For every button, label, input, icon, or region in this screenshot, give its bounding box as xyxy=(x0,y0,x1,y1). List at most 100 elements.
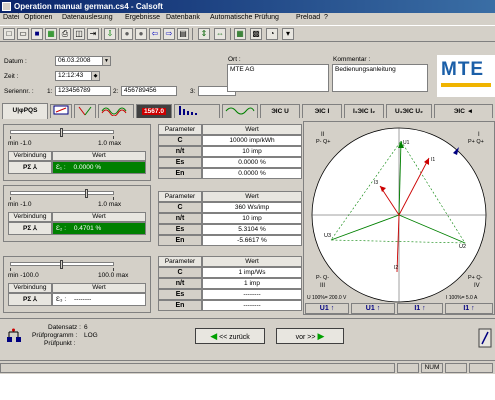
datum-field[interactable]: 06.03.2008 ▼ xyxy=(55,56,111,66)
current-scale: I 100%= 5.0 A xyxy=(446,295,478,301)
pruefprogramm-value: LOG xyxy=(84,332,98,339)
slider-max-1: 1.0 max xyxy=(98,140,122,147)
tab-waveform-icon[interactable] xyxy=(98,104,134,118)
menu-datei[interactable]: Datei xyxy=(3,14,19,21)
ort-textarea[interactable]: MTE AG xyxy=(227,64,329,92)
serien-1-label: 1: xyxy=(47,88,53,95)
table-row: En -------- xyxy=(158,300,302,311)
tab-uphi-pqs[interactable]: U|φPQS xyxy=(2,103,48,119)
error-label: Ɛ₂ : xyxy=(56,225,67,232)
tab-phase-icon[interactable] xyxy=(74,104,96,118)
new-file-icon[interactable]: □ xyxy=(3,28,15,40)
label-i1: I1 xyxy=(431,157,435,163)
tab-meter-icon[interactable] xyxy=(50,104,72,118)
tab-ct-u[interactable]: ЭIC U xyxy=(260,104,300,118)
arrow-leftright-icon[interactable]: ⇔ xyxy=(214,28,226,40)
arrow-right-icon[interactable]: ⇨ xyxy=(163,28,175,40)
menu-optionen[interactable]: Optionen xyxy=(24,14,52,21)
spinner-icon[interactable]: ◆ xyxy=(91,72,99,80)
chart-icon[interactable]: ◔ xyxy=(266,28,278,40)
export-icon[interactable]: ▦ xyxy=(45,28,57,40)
harmonics-icon xyxy=(179,106,197,115)
i1-select-button[interactable]: I1 ↑ xyxy=(445,303,493,314)
menu-preload[interactable]: Preload xyxy=(296,14,320,21)
menu-datenbank[interactable]: Datenbank xyxy=(166,14,200,21)
param-name: Es xyxy=(158,224,202,235)
slider-panel-1: min -1.0 1.0 max Verbindung Wert PΣ ⅄ Ɛ₁… xyxy=(3,124,151,181)
tab-signal-icon[interactable] xyxy=(222,104,258,118)
display-icon[interactable]: ▤ xyxy=(177,28,189,40)
error-value-cell: Ɛ₃ : -------- xyxy=(52,293,146,306)
arrow-left-icon[interactable]: ⇦ xyxy=(149,28,161,40)
deviation-slider-3[interactable] xyxy=(10,260,114,269)
deviation-slider-2[interactable] xyxy=(10,189,114,198)
print-icon[interactable]: ⎙ xyxy=(59,28,71,40)
settings-icon[interactable]: ▾ xyxy=(282,28,294,40)
tab-harmonics-icon[interactable] xyxy=(174,104,220,118)
param-value: -5.6617 % xyxy=(202,235,302,246)
zeit-field[interactable]: 12:12:43 ◆ xyxy=(55,71,100,81)
forward-label: vor >> xyxy=(295,334,316,341)
toolbar-separator xyxy=(230,28,231,40)
menu-datenauslesung[interactable]: Datenauslesung xyxy=(62,14,113,21)
datum-label: Datum : xyxy=(4,58,27,65)
connection-symbol: PΣ ⅄ xyxy=(8,161,52,174)
tab-ct-u1-u2[interactable]: U₁ЭIC U₂ xyxy=(386,104,432,118)
meter-icon xyxy=(53,105,69,115)
param-value: 10000 imp/kWh xyxy=(202,135,302,146)
ort-value: MTE AG xyxy=(230,66,255,73)
ort-label: Ort : xyxy=(228,56,241,63)
stop-icon[interactable]: ● xyxy=(121,28,133,40)
logo-text: MTE xyxy=(441,59,485,80)
chevron-down-icon[interactable]: ▼ xyxy=(102,57,110,65)
serien-3-label: 3: xyxy=(190,88,196,95)
wert-header: Wert xyxy=(202,256,302,267)
menu-automatische-pruefung[interactable]: Automatische Prüfung xyxy=(210,14,279,21)
menu-help[interactable]: ? xyxy=(324,14,328,21)
serien-1-field[interactable]: 123456789 xyxy=(55,86,111,96)
u1-reference-button[interactable]: U1 ↑ xyxy=(305,303,349,314)
error-value: 0.4701 % xyxy=(73,225,102,232)
serien-1-value: 123456789 xyxy=(58,87,91,94)
arrow-updown-icon[interactable]: ⇕ xyxy=(198,28,210,40)
forward-button[interactable]: vor >> ▶ xyxy=(276,328,344,344)
back-button[interactable]: ◀ << zurück xyxy=(195,328,265,344)
param-value: 1 imp/Ws xyxy=(202,267,302,278)
pruefprogramm-label: Prüfprogramm : xyxy=(32,332,78,339)
menu-bar: Datei Optionen Datenauslesung Ergebnisse… xyxy=(0,13,495,24)
slider-ticks xyxy=(10,197,114,200)
table-row: En -5.6617 % xyxy=(158,235,302,246)
record-icon[interactable]: ● xyxy=(135,28,147,40)
save-icon[interactable]: ■ xyxy=(31,28,43,40)
import-icon[interactable]: ⇥ xyxy=(87,28,99,40)
menu-ergebnisse[interactable]: Ergebnisse xyxy=(125,14,160,21)
table-row: Es 0.0000 % xyxy=(158,157,302,168)
tab-ct-i[interactable]: ЭIC I xyxy=(302,104,342,118)
datensatz-label: Datensatz : xyxy=(48,324,81,331)
app-icon xyxy=(2,2,11,11)
tab-display-1567[interactable]: 1567.0 xyxy=(136,104,172,118)
tab-ct-more[interactable]: ЭIC ◄ xyxy=(434,104,493,118)
i1-reference-button[interactable]: I1 ↑ xyxy=(397,303,443,314)
arrow-down-icon[interactable]: ⇩ xyxy=(104,28,116,40)
serien-2-field[interactable]: 456789456 xyxy=(121,86,177,96)
quadrant-i-sign: P+ Q+ xyxy=(468,139,484,145)
slider-min-1: min -1.0 xyxy=(8,140,32,147)
tab-ct-i1-i2[interactable]: I₁ЭIC I₂ xyxy=(344,104,384,118)
param-name: n/t xyxy=(158,146,202,157)
u1-select-button[interactable]: U1 ↑ xyxy=(351,303,395,314)
print-preview-icon[interactable]: ◫ xyxy=(73,28,85,40)
toolbar-separator xyxy=(192,28,193,40)
grid-icon[interactable]: ▩ xyxy=(250,28,262,40)
kommentar-textarea[interactable]: Bedienungsanleitung xyxy=(332,64,428,92)
open-folder-icon[interactable]: ▭ xyxy=(17,28,29,40)
param-value: 1 imp xyxy=(202,278,302,289)
table-row: Es -------- xyxy=(158,289,302,300)
param-value: 5.3104 % xyxy=(202,224,302,235)
status-message xyxy=(0,363,395,373)
parameter-header: Parameter xyxy=(158,124,202,135)
deviation-slider-1[interactable] xyxy=(10,128,114,137)
table-icon[interactable]: ▦ xyxy=(234,28,246,40)
connection-symbol: PΣ ⅄ xyxy=(8,293,52,306)
corner-tool-icon[interactable] xyxy=(478,328,492,348)
